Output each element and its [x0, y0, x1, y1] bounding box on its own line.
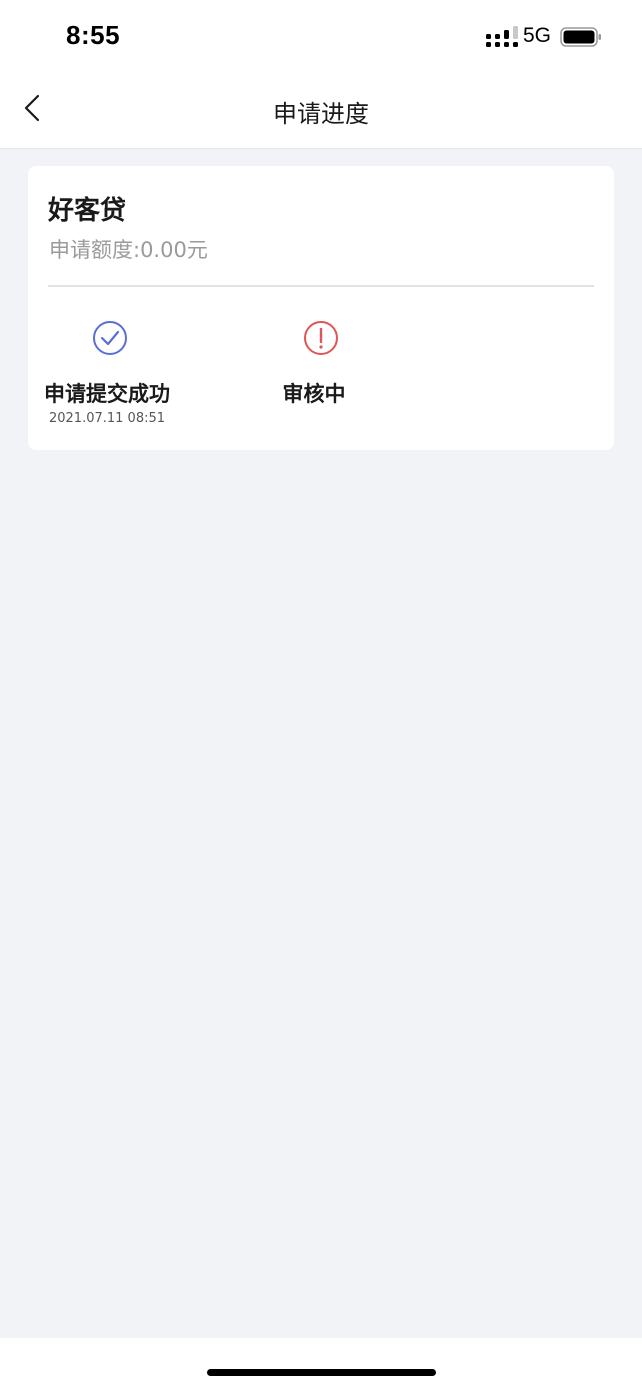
status-time: 8:55: [66, 20, 121, 50]
step-submitted-time: 2021.07.11 08:51: [48, 411, 166, 426]
network-type: 5G: [523, 24, 552, 47]
alert-circle-icon: [304, 321, 338, 355]
bottom-safe-area: [0, 1338, 642, 1389]
application-amount: 申请额度:0.00元: [49, 238, 208, 262]
check-circle-icon: [93, 321, 127, 355]
status-bar: 8:55 5G: [0, 0, 642, 72]
navigation-bar: 申请进度: [0, 72, 642, 149]
application-progress-card: 好客贷 申请额度:0.00元 申请提交成功 2021.07.11 08:51 审…: [28, 166, 614, 450]
home-indicator[interactable]: [207, 1369, 436, 1376]
progress-track: [93, 321, 338, 355]
step-submitted-label: 申请提交成功: [44, 382, 170, 406]
battery-icon: [560, 27, 601, 47]
step-reviewing-label: 审核中: [282, 382, 346, 406]
page-title: 申请进度: [273, 100, 369, 128]
divider: [48, 285, 594, 287]
signal-icon: [486, 26, 518, 47]
product-name: 好客贷: [48, 196, 127, 226]
